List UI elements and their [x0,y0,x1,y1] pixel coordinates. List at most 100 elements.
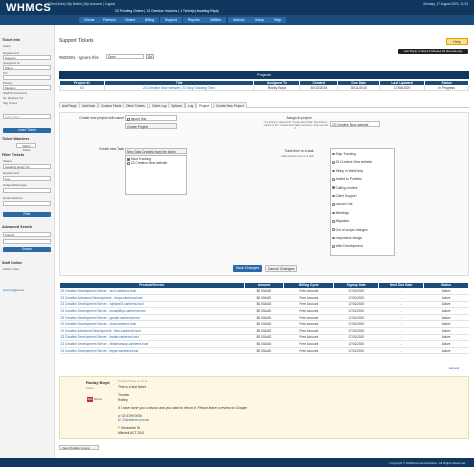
staff-online-heading[interactable]: Staff Online [2,261,22,265]
table-row[interactable]: 23 Creative Development Server - srv2.ca… [59,288,469,296]
search-button[interactable]: Search [3,247,51,252]
track-option[interactable]: 23 Creative New website [332,158,393,166]
table-row[interactable]: 23 Creative Development Server - loosabi… [59,307,469,315]
tab-project[interactable]: Project [196,102,212,108]
radio[interactable] [332,211,335,215]
radio[interactable] [332,152,335,156]
assign-select[interactable]: 23 Creative New website [330,121,380,127]
nav-clients[interactable]: Clients [79,17,100,23]
nav-support[interactable]: Support [160,17,182,23]
filter-tickets-heading[interactable]: Filter Tickets [2,153,24,157]
track-option[interactable]: Calling content [332,184,393,192]
ignore-checkbox[interactable] [127,117,130,121]
whmcs-logo[interactable]: WHMCS [6,2,51,14]
radio[interactable] [332,245,335,248]
watch-ticket-button[interactable]: Watch Ticket [16,143,36,152]
table-row[interactable]: 23 Creative Advanced Development - drops… [59,294,469,302]
advanced-search-input[interactable] [3,239,51,244]
cell-product[interactable]: 23 Creative Development Server - wpbase2… [59,301,245,309]
track-option[interactable]: Web Development [332,242,393,250]
tab-add-note[interactable]: Add Note [79,102,99,108]
email-input[interactable] [3,201,51,206]
ignore-this-field[interactable]: Ignore this [125,115,177,121]
message-author[interactable]: Robby Boyd [86,380,110,385]
new-task-button[interactable]: New Task Created from the ticket [125,148,187,154]
assigned-select[interactable]: Client [3,65,51,70]
ticket-watchers-heading[interactable]: Ticket Watchers [2,137,29,141]
project-title[interactable]: 23 Creative New website | 23 Stop Tracki… [103,85,255,91]
radio[interactable] [332,169,335,173]
track-list[interactable]: Stop Tracking 23 Creative New website Se… [330,148,395,256]
go-button[interactable]: Go [146,54,154,59]
track-option[interactable]: Meetings [332,209,393,217]
track-option[interactable]: Launch List [332,200,393,208]
cancel-changes-button[interactable]: Cancel Changes [265,265,297,272]
cell-product[interactable]: 23 Creative Advanced Development - drops… [59,294,245,302]
project-row[interactable]: 63 23 Creative New website | 23 Stop Tra… [59,85,469,91]
project-id[interactable]: 63 [59,85,105,91]
cell-product[interactable]: 23 Creative Development Server - srv2.ca… [59,288,245,296]
table-row[interactable]: 23 Creative Development Server - leader.… [59,334,469,342]
notification-strip[interactable]: 23 Pending Orders | 13 Overdue Invoices … [115,9,219,13]
radio[interactable] [332,236,335,240]
create-project-button[interactable]: Create Project [125,123,177,129]
track-option[interactable]: Client Support [332,192,393,200]
cc-input[interactable] [3,75,51,80]
insert-ticket-button[interactable]: Insert Ticket [3,128,51,133]
status-select[interactable]: Awaiting Reply (S) [3,164,51,169]
radio[interactable] [332,203,335,206]
cell-product[interactable]: 23 Creative Development Server - goodie.… [59,314,245,322]
track-option[interactable]: Stop Tracking [332,150,393,158]
table-row[interactable]: 23 Creative Development Server - goodie.… [59,314,469,322]
radio[interactable] [332,228,335,232]
cell-product[interactable]: 23 Creative Development Server - blindma… [59,340,245,348]
cell-product[interactable]: 23 Creative Development Server - lmyse.c… [59,347,245,355]
tab-custom-fields[interactable]: Custom Fields [98,102,125,108]
advanced-search-select[interactable]: Clients [3,232,51,237]
tab-options[interactable]: Options [168,102,185,108]
department-select[interactable]: Support [3,55,51,60]
tab-add-reply[interactable]: Add Reply [59,102,80,108]
expand-link[interactable]: Expand [449,366,459,370]
table-row[interactable]: 23 Creative Development Server - blindma… [59,340,469,348]
radio[interactable] [332,194,335,198]
nav-billing[interactable]: Billing [140,17,160,23]
advanced-search-heading[interactable]: Advanced Search [2,225,32,229]
priority-select[interactable]: Medium [3,85,51,90]
nav-utilities[interactable]: Utilities [205,17,226,23]
tab-other-tickets[interactable]: Other Tickets [123,102,148,108]
ticket-info-heading[interactable]: Ticket Info [2,38,20,42]
delete-link[interactable]: Delete [94,397,102,401]
table-row[interactable]: 23 Creative Development Server - lmyse.c… [59,347,469,355]
nav-orders[interactable]: Orders [120,17,141,23]
cell-product[interactable]: 23 Creative Development Server - chat.ca… [59,320,245,329]
add-tag-input[interactable]: Add a Tag... [3,114,51,119]
nav-addons[interactable]: Addons [228,17,250,23]
track-option[interactable]: Migration [332,217,393,225]
cell-product[interactable]: 23 Creative Development Server - leader.… [59,334,245,342]
filter-button[interactable]: Filter [3,212,51,217]
radio[interactable] [332,220,335,223]
track-option[interactable]: Added to Portfolio [332,175,393,183]
nav-partners[interactable]: Partners [98,17,121,23]
track-option[interactable]: responsive design [332,234,393,242]
department-filter-select[interactable]: Any [3,176,51,181]
cell-product[interactable]: 23 Creative Development Server - loosabi… [59,307,245,315]
radio[interactable] [332,178,335,181]
edit-badge[interactable]: Edit [87,397,93,402]
tab-create-new-project[interactable]: Create New Project [213,102,247,108]
track-option[interactable]: Out of scope changes [332,226,393,234]
view-printable-button[interactable]: View Printable Version [59,445,99,450]
message-line[interactable]: w: 23creative.com.au [118,418,149,422]
cell-product[interactable]: 23 Creative Advanced Development - ibeo.… [59,327,245,335]
top-links[interactable]: Client Area | My Notes | My Account | Lo… [48,2,115,6]
nav-setup[interactable]: Setup [250,17,269,23]
tab-log[interactable]: Log [185,102,197,108]
save-changes-button[interactable]: Save Changes [233,265,262,272]
ticket-status-select[interactable]: Open [106,54,144,59]
table-row[interactable]: 23 Creative Development Server - wpbase2… [59,301,469,309]
task-checkbox[interactable] [127,161,130,165]
nav-reports[interactable]: Reports [183,17,205,23]
subject-input[interactable] [3,188,51,193]
table-row[interactable]: 23 Creative Development Server - chat.ca… [59,320,469,329]
